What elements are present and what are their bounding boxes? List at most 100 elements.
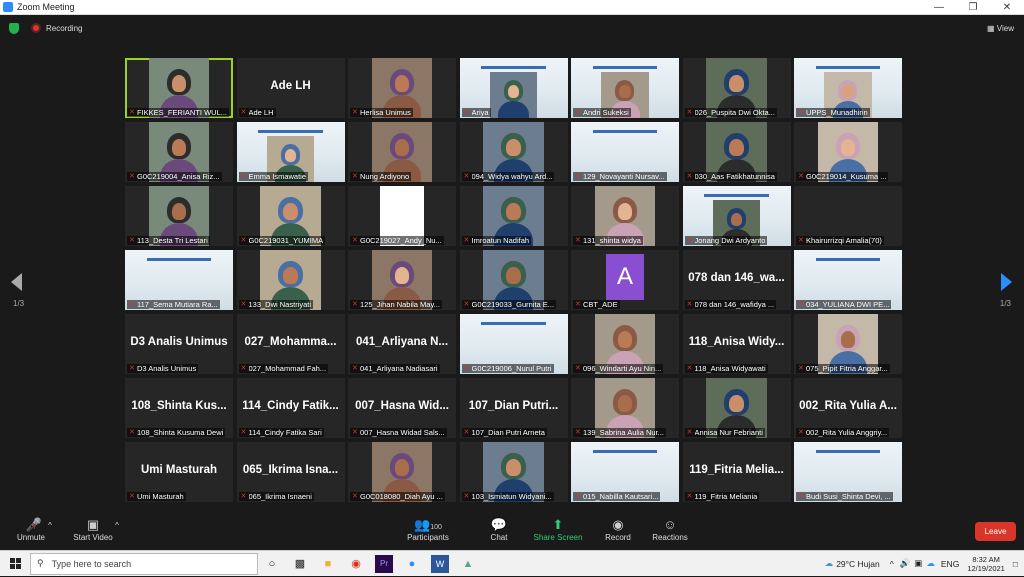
- language-indicator[interactable]: ENG: [941, 559, 959, 569]
- muted-mic-icon: ✕: [798, 364, 804, 372]
- participant-tile[interactable]: ✕ G0C018080_Diah Ayu ...: [348, 442, 456, 502]
- clock[interactable]: 8:32 AM 12/19/2021: [967, 555, 1005, 573]
- record-button[interactable]: ◉ Record: [602, 517, 634, 542]
- participant-name-label: ✕ 103_Ismiatun Widyani...: [461, 492, 554, 501]
- audio-options-caret-icon[interactable]: ^: [45, 521, 55, 530]
- windows-start-icon[interactable]: [0, 551, 30, 577]
- maximize-button[interactable]: ❐: [956, 2, 990, 13]
- muted-mic-icon: ✕: [686, 108, 693, 116]
- participant-tile[interactable]: Umi Masturah ✕ Umi Masturah: [125, 442, 233, 502]
- participant-tile[interactable]: 118_Anisa Widy... ✕ 118_Anisa Widyawati: [682, 314, 791, 374]
- participant-name-label: ✕ 027_Mohammad Fah...: [238, 364, 329, 373]
- previous-page-arrow-icon[interactable]: [11, 273, 22, 291]
- next-page-arrow-icon[interactable]: [1001, 273, 1012, 291]
- participant-tile[interactable]: 119_Fitria Melia... ✕ 119_Fitria Meliania: [682, 442, 791, 502]
- chat-button[interactable]: 💬 Chat: [484, 517, 514, 542]
- participant-tile[interactable]: ✕ G0C219027_Andy_Nu...: [348, 186, 456, 246]
- participant-tile[interactable]: 027_Mohamma... ✕ 027_Mohammad Fah...: [236, 314, 345, 374]
- participant-tile[interactable]: ✕ FIKKES_FERIANTI WUL...: [125, 58, 233, 118]
- muted-mic-icon: ✕: [575, 108, 581, 116]
- participant-tile[interactable]: ✕ Khairurrizqi Amalia(70): [794, 186, 902, 246]
- video-options-caret-icon[interactable]: ^: [112, 521, 122, 530]
- chrome-icon[interactable]: ◉: [342, 551, 370, 577]
- participant-tile[interactable]: ✕ 125_Jihan Nabila May...: [348, 250, 456, 310]
- participant-tile[interactable]: ✕ 026_Puspita Dwi Okta...: [682, 58, 791, 118]
- app-icon[interactable]: ▲: [454, 551, 482, 577]
- reactions-button[interactable]: ☺ Reactions: [650, 517, 690, 542]
- chat-icon: 💬: [490, 517, 508, 532]
- task-view-icon[interactable]: ▩: [286, 551, 314, 577]
- network-icon[interactable]: ▣: [914, 558, 922, 569]
- participant-tile[interactable]: 007_Hasna Wid... ✕ 007_Hasna Widad Sals...: [348, 378, 456, 438]
- participant-tile[interactable]: ✕ Emma Ismawatie: [236, 122, 345, 182]
- leave-button[interactable]: Leave: [975, 522, 1016, 541]
- participant-tile[interactable]: ✕ 015_Nabilla Kautsari...: [571, 442, 679, 502]
- unmute-button[interactable]: 🎤/ Unmute: [14, 517, 48, 542]
- participant-tile[interactable]: ✕ Ariya: [459, 58, 568, 118]
- minimize-button[interactable]: —: [922, 2, 956, 13]
- participant-tile[interactable]: ✕ 133_Dwi Nastriyati: [236, 250, 345, 310]
- premiere-icon[interactable]: Pr: [375, 554, 393, 573]
- taskbar-search-box[interactable]: ⚲ Type here to search: [30, 552, 258, 575]
- participant-tile[interactable]: ✕ G0C219033_Gurnita E...: [459, 250, 568, 310]
- participant-tile[interactable]: ✕ 096_Windarti Ayu Nin...: [571, 314, 679, 374]
- file-explorer-icon[interactable]: ■: [314, 551, 342, 577]
- participant-tile[interactable]: ✕ 075_Pipit Fitria Anggar...: [794, 314, 902, 374]
- participant-tile[interactable]: 114_Cindy Fatik... ✕ 114_Cindy Fatika Sari: [236, 378, 345, 438]
- participant-tile[interactable]: ✕ 131_shinta widya: [571, 186, 679, 246]
- word-icon[interactable]: W: [431, 554, 449, 573]
- notifications-icon[interactable]: □: [1013, 559, 1018, 569]
- participant-tile[interactable]: ✕ G0C219006_Nurul Putri: [459, 314, 568, 374]
- security-shield-icon[interactable]: [9, 22, 19, 34]
- participants-button[interactable]: 👥100 Participants: [404, 517, 452, 542]
- tray-chevron-icon[interactable]: ^: [890, 559, 894, 569]
- participant-display-name: 119_Fitria Melia...: [689, 464, 784, 476]
- participant-tile[interactable]: ✕ 129_Novayanti Nursav...: [571, 122, 679, 182]
- muted-mic-icon: ✕: [129, 172, 135, 180]
- participant-tile[interactable]: ✕ Jonang Dwi Ardyanto: [682, 186, 791, 246]
- view-button[interactable]: ▦ View: [987, 24, 1014, 33]
- participant-tile[interactable]: ✕ 094_Widya wahyu Ard...: [459, 122, 568, 182]
- muted-mic-icon: ✕: [686, 364, 693, 372]
- start-video-button[interactable]: ▣ Start Video: [70, 517, 116, 542]
- participant-tile[interactable]: ✕ Andri Sukeksi: [571, 58, 679, 118]
- participant-tile[interactable]: ✕ 103_Ismiatun Widyani...: [459, 442, 568, 502]
- participant-tile[interactable]: 108_Shinta Kus... ✕ 108_Shinta Kusuma Dewi: [125, 378, 233, 438]
- volume-icon[interactable]: 🔊: [900, 558, 911, 569]
- participant-tile[interactable]: ✕ Nung Ardiyono: [348, 122, 456, 182]
- participant-tile[interactable]: ✕ 139_Sabrina Aulia Nur...: [571, 378, 679, 438]
- weather-text[interactable]: 29°C Hujan: [836, 559, 880, 569]
- participant-tile[interactable]: 107_Dian Putri... ✕ 107_Dian Putri Arneta: [459, 378, 568, 438]
- participant-tile[interactable]: ✕ 113_Desta Tri Lestari: [125, 186, 233, 246]
- participant-tile[interactable]: ✕ Imroatun Nadifah: [459, 186, 568, 246]
- participant-tile[interactable]: ✕ UPPS_Munadhirin: [794, 58, 902, 118]
- participant-tile[interactable]: ✕ Budi Susi_Shinta Devi, ...: [794, 442, 902, 502]
- share-screen-button[interactable]: ⬆ Share Screen: [532, 517, 584, 542]
- participant-tile[interactable]: ✕ G0C219004_Anisa Riz...: [125, 122, 233, 182]
- close-button[interactable]: ✕: [990, 2, 1024, 13]
- participant-display-name: 041_Arliyana N...: [355, 336, 449, 348]
- participant-tile[interactable]: ✕ 034_YULIANA DWI PE...: [794, 250, 902, 310]
- participant-tile[interactable]: ✕ G0C219014_Kusuma ...: [794, 122, 902, 182]
- participant-tile[interactable]: D3 Analis Unimus ✕ D3 Analis Unimus: [125, 314, 233, 374]
- muted-mic-icon: ✕: [352, 236, 358, 244]
- participant-tile[interactable]: ✕ G0C219031_YUMIMA: [236, 186, 345, 246]
- participant-name-label: ✕ 094_Widya wahyu Ard...: [461, 172, 555, 181]
- meeting-toolbar: 🎤/ Unmute ^ ▣ Start Video ^ 👥100 Partici…: [0, 513, 1024, 549]
- participant-tile[interactable]: 041_Arliyana N... ✕ 041_Arliyana Nadiasari: [348, 314, 456, 374]
- participant-tile[interactable]: A ✕ CBT_ADE: [571, 250, 679, 310]
- participant-tile[interactable]: ✕ Herlisa Unimus: [348, 58, 456, 118]
- participant-tile[interactable]: ✕ 117_Sema Mutiara Ra...: [125, 250, 233, 310]
- participant-tile[interactable]: Ade LH ✕ Ade LH: [236, 58, 345, 118]
- participant-name-label: ✕ 133_Dwi Nastriyati: [238, 300, 314, 309]
- muted-mic-icon: ✕: [240, 236, 247, 244]
- cortana-icon[interactable]: ○: [258, 551, 286, 577]
- participant-name: 065_Ikrima Isnaeni: [248, 492, 312, 501]
- participant-tile[interactable]: ✕ Annisa Nur Febrianti: [682, 378, 791, 438]
- participant-tile[interactable]: 065_Ikrima Isna... ✕ 065_Ikrima Isnaeni: [236, 442, 345, 502]
- zoom-taskbar-icon[interactable]: ●: [398, 551, 426, 577]
- onedrive-icon[interactable]: ☁: [926, 558, 935, 569]
- participant-tile[interactable]: ✕ 030_Aas Fatikhatunnisa: [682, 122, 791, 182]
- participant-tile[interactable]: 078 dan 146_wa... ✕ 078 dan 146_wafidya ..…: [682, 250, 791, 310]
- participant-tile[interactable]: 002_Rita Yulia A... ✕ 002_Rita Yulia Anggr…: [794, 378, 902, 438]
